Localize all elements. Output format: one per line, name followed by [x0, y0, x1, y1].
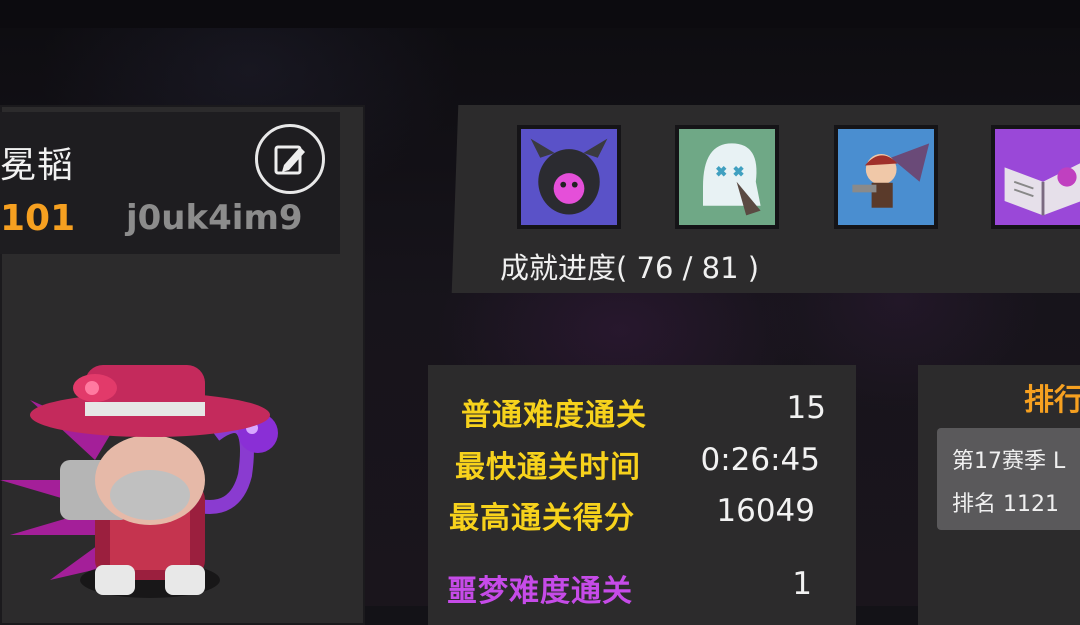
fastest-time-value: 0:26:45: [700, 442, 820, 478]
spellbook-icon: [995, 129, 1080, 225]
ranking-title: 排行: [1024, 383, 1080, 418]
ghost-creature-icon: [679, 129, 775, 225]
top-bar: [0, 0, 1080, 28]
achievement-item[interactable]: [834, 125, 938, 229]
high-score-label: 最高通关得分: [449, 501, 635, 536]
player-level: 101: [0, 198, 76, 239]
achievement-item[interactable]: [517, 125, 621, 229]
fastest-time-label: 最快通关时间: [455, 450, 641, 485]
ranking-number: 排名 1121: [952, 492, 1059, 517]
ranking-season: 第17赛季 L: [952, 449, 1066, 474]
player-name: 冕韬: [0, 145, 75, 186]
achievement-progress: 成就进度( 76 / 81 ): [500, 251, 760, 285]
nightmare-clear-value: 1: [792, 566, 812, 602]
normal-clear-label: 普通难度通关: [461, 398, 647, 433]
normal-clear-value: 15: [786, 390, 826, 426]
achievement-item[interactable]: [675, 125, 779, 229]
edit-profile-button[interactable]: [255, 124, 325, 194]
pencil-edit-icon: [274, 145, 305, 175]
player-id: j0uk4im9: [126, 198, 303, 238]
character-avatar: [0, 365, 278, 598]
winged-warrior-icon: [838, 129, 934, 225]
high-score-value: 16049: [716, 493, 815, 529]
achievement-item[interactable]: [991, 125, 1080, 229]
nightmare-clear-label: 噩梦难度通关: [447, 574, 633, 609]
demon-shield-icon: [521, 129, 617, 225]
